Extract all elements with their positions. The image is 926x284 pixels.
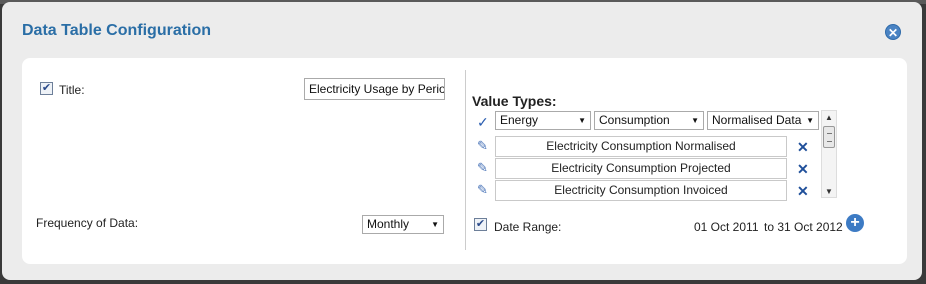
checkmark-icon: ✓ — [477, 114, 489, 130]
date-range-to[interactable]: to 31 Oct 2012 — [764, 220, 843, 234]
value-type-row: Electricity Consumption Projected — [495, 158, 787, 179]
remove-icon[interactable]: ✕ — [797, 162, 809, 176]
date-range-checkbox[interactable]: ✔ — [474, 218, 487, 231]
chevron-down-icon: ▼ — [691, 116, 699, 125]
close-icon[interactable]: ✕ — [885, 24, 901, 40]
column-divider — [465, 70, 466, 250]
type-select-normalised-value: Normalised Data — [712, 113, 802, 127]
value-type-row: Electricity Consumption Invoiced — [495, 180, 787, 201]
add-icon[interactable]: + — [846, 214, 864, 232]
value-types-heading: Value Types: — [472, 93, 557, 109]
pencil-icon[interactable]: ✎ — [477, 183, 491, 197]
config-dialog: Data Table Configuration ✕ ✔ Title: Elec… — [2, 2, 922, 280]
scroll-up-icon[interactable]: ▲ — [825, 113, 833, 122]
chevron-down-icon: ▼ — [578, 116, 586, 125]
scroll-down-icon[interactable]: ▼ — [825, 187, 833, 196]
type-select-consumption[interactable]: Consumption ▼ — [594, 111, 704, 130]
chevron-down-icon: ▼ — [806, 116, 814, 125]
scroll-thumb[interactable] — [823, 126, 835, 148]
date-range-label: Date Range: — [494, 220, 562, 234]
frequency-label: Frequency of Data: — [36, 216, 139, 230]
dialog-title: Data Table Configuration — [22, 22, 212, 39]
title-label: Title: — [59, 83, 85, 97]
value-type-row: Electricity Consumption Normalised — [495, 136, 787, 157]
pencil-icon[interactable]: ✎ — [477, 139, 491, 153]
remove-icon[interactable]: ✕ — [797, 184, 809, 198]
date-range-from[interactable]: 01 Oct 2011 — [694, 220, 759, 234]
value-types-scrollbar[interactable]: ▲ ▼ — [821, 110, 837, 198]
frequency-select[interactable]: Monthly ▼ — [362, 215, 444, 234]
type-select-energy[interactable]: Energy ▼ — [495, 111, 591, 130]
type-select-consumption-value: Consumption — [599, 113, 670, 127]
chevron-down-icon: ▼ — [431, 220, 439, 229]
config-panel: ✔ Title: Electricity Usage by Perio Freq… — [22, 58, 907, 264]
pencil-icon[interactable]: ✎ — [477, 161, 491, 175]
frequency-value: Monthly — [367, 217, 410, 231]
remove-icon[interactable]: ✕ — [797, 140, 809, 154]
title-input[interactable]: Electricity Usage by Perio — [304, 78, 445, 100]
type-select-energy-value: Energy — [500, 113, 539, 127]
type-select-normalised[interactable]: Normalised Data ▼ — [707, 111, 819, 130]
title-checkbox[interactable]: ✔ — [40, 82, 53, 95]
